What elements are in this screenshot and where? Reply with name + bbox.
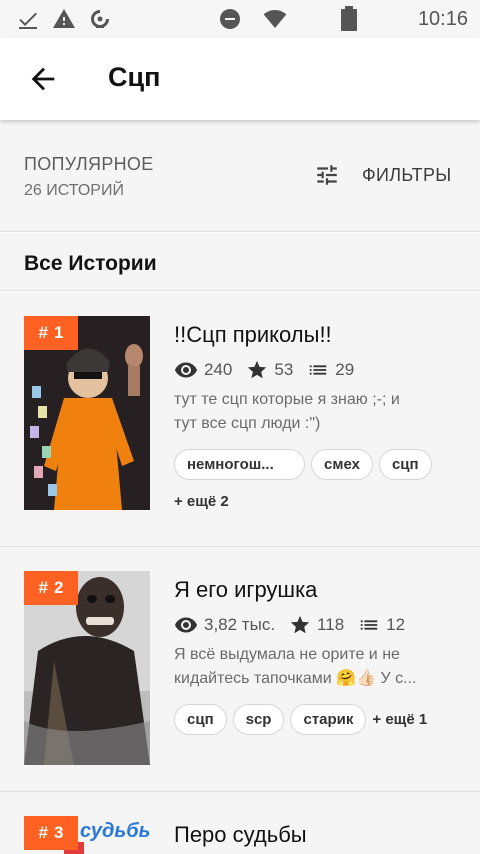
story-row[interactable]: #2 Я его игрушка 3,82 тыс. 118 12 Я всё …: [0, 547, 480, 792]
votes-count: 53: [274, 360, 294, 379]
star-icon: [290, 615, 310, 634]
parts-count: 12: [386, 615, 406, 634]
rank-badge: #1: [24, 316, 78, 350]
list-icon: [360, 620, 378, 630]
tag[interactable]: сцп: [378, 449, 432, 480]
tag-list: немногош... смех сцп: [174, 449, 432, 480]
story-cover[interactable]: #2: [24, 571, 150, 765]
star-icon: [248, 360, 267, 379]
dnd-icon: [220, 9, 240, 29]
data-saver-icon: [91, 10, 109, 28]
story-cover[interactable]: #1: [24, 316, 150, 510]
sort-label[interactable]: ПОПУЛЯРНОЕ: [24, 154, 154, 175]
status-bar: 10:16: [0, 0, 480, 38]
tag[interactable]: scp: [232, 704, 285, 735]
tune-icon: [317, 165, 337, 185]
app-bar: Сцп: [0, 38, 480, 120]
story-title[interactable]: !!Сцп приколы!!: [174, 322, 332, 348]
clock: 10:16: [417, 8, 468, 30]
story-row[interactable]: судьбы #3 Перо судьбы: [0, 792, 480, 854]
tag-list: сцп scp старик + ещё 1: [174, 704, 427, 735]
check-icon: [19, 12, 37, 29]
reads-count: 240: [204, 360, 233, 379]
eye-icon: [175, 617, 197, 633]
list-icon: [310, 365, 327, 375]
story-cover[interactable]: судьбы #3: [24, 816, 150, 854]
tag[interactable]: старик: [290, 704, 367, 735]
cover-text: судьбы: [80, 820, 150, 842]
rank-badge: #2: [24, 571, 78, 605]
votes-count: 118: [317, 615, 345, 634]
filters-label: ФИЛЬТРЫ: [362, 164, 452, 185]
parts-count: 29: [335, 360, 355, 379]
story-title[interactable]: Перо судьбы: [174, 822, 307, 848]
filters-button[interactable]: ФИЛЬТРЫ: [314, 162, 451, 188]
more-tags[interactable]: + ещё 2: [174, 493, 229, 510]
reads-count: 3,82 тыс.: [204, 615, 276, 634]
sort-header: ПОПУЛЯРНОЕ 26 ИСТОРИЙ ФИЛЬТРЫ: [0, 120, 480, 232]
wifi-icon: [263, 10, 287, 28]
story-count: 26 ИСТОРИЙ: [24, 182, 124, 199]
section-header: Все Истории: [0, 233, 480, 291]
arrow-back-icon[interactable]: [26, 62, 60, 96]
page-title: Сцп: [108, 62, 161, 92]
eye-icon: [175, 362, 197, 378]
warning-icon: [53, 9, 75, 28]
tag[interactable]: сцп: [174, 704, 227, 735]
story-stats: 240 53 29: [174, 358, 368, 382]
tag[interactable]: немногош...: [174, 449, 305, 480]
story-stats: 3,82 тыс. 118 12: [174, 613, 419, 637]
more-tags[interactable]: + ещё 1: [372, 711, 427, 728]
battery-icon: [341, 6, 357, 31]
rank-badge: #3: [24, 816, 78, 850]
story-title[interactable]: Я его игрушка: [174, 577, 317, 603]
section-title: Все Истории: [24, 252, 157, 275]
story-description: Я всё выдумала не орите и не кидайтесь т…: [174, 646, 417, 687]
story-row[interactable]: #1 !!Сцп приколы!! 240 53 29 тут те сцп …: [0, 292, 480, 547]
story-description: тут те сцп которые я знаю ;-; и тут все …: [174, 391, 400, 432]
tag[interactable]: смех: [311, 449, 373, 480]
